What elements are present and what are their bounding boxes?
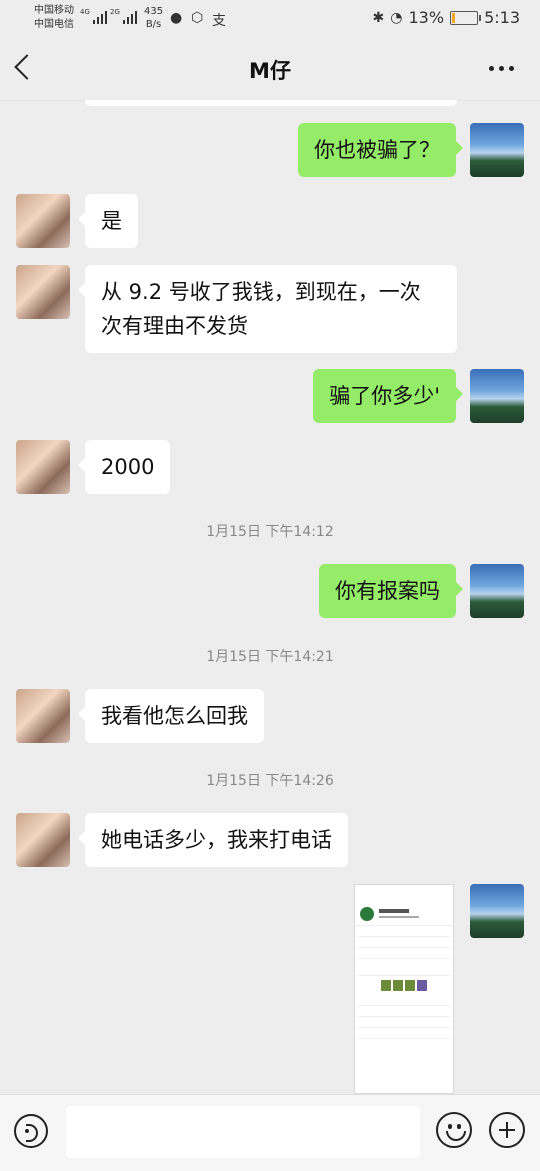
carrier-labels: 中国移动 中国电信 (34, 4, 74, 32)
message-bubble-incoming[interactable]: 她电话多少，我来打电话 (78, 813, 348, 867)
more-options-icon[interactable] (489, 66, 514, 71)
clock: 5:13 (484, 8, 520, 27)
contact-avatar[interactable] (16, 689, 70, 743)
signal-icon-2: 2G (110, 8, 137, 24)
network-speed: 435 B/s (144, 5, 163, 31)
more-actions-icon[interactable] (489, 1112, 525, 1148)
emoji-icon[interactable] (436, 1112, 472, 1148)
bluetooth-icon: ✱ (372, 9, 385, 26)
message-bubble-partial[interactable] (85, 100, 457, 106)
chat-notification-icon: ● (170, 10, 183, 26)
my-avatar[interactable] (470, 884, 524, 938)
chat-title: M仔 (249, 59, 291, 83)
battery-icon (450, 10, 482, 25)
contact-avatar[interactable] (16, 813, 70, 867)
speed-value: 435 (144, 6, 164, 17)
message-bubble-outgoing[interactable]: 骗了你多少' (313, 369, 463, 423)
network-type-1: 4G (80, 8, 90, 16)
message-bubble-outgoing[interactable]: 你也被骗了？ (298, 123, 463, 177)
network-type-2: 2G (110, 8, 120, 16)
status-right: ✱ ◔ 13% 5:13 (373, 8, 520, 27)
message-bubble-outgoing[interactable]: 你有报案吗 (319, 564, 463, 618)
status-bar: 中国移动 中国电信 4G 2G 435 B/s ● ⬡ 支 ✱ ◔ 13% 5:… (0, 0, 540, 38)
image-message-thumbnail[interactable] (354, 884, 454, 1094)
contact-avatar[interactable] (16, 265, 70, 319)
carrier-2: 中国电信 (34, 19, 74, 30)
message-list[interactable]: 你也被骗了？ 是 从 9.2 号收了我钱，到现在，一次 次有理由不发货 骗了你多… (0, 100, 540, 1094)
voice-input-icon[interactable] (14, 1114, 48, 1148)
message-bubble-incoming[interactable]: 从 9.2 号收了我钱，到现在，一次 次有理由不发货 (78, 265, 457, 353)
message-bubble-incoming[interactable]: 2000 (77, 440, 171, 494)
contact-avatar[interactable] (16, 440, 70, 494)
speed-unit: B/s (145, 19, 162, 30)
timestamp: 1月15日 下午14:12 (206, 524, 334, 540)
battery-percent: 13% (408, 8, 445, 27)
my-avatar[interactable] (470, 369, 524, 423)
message-bubble-incoming[interactable]: 是 (78, 194, 138, 248)
message-bubble-incoming[interactable]: 我看他怎么回我 (78, 689, 264, 743)
timestamp: 1月15日 下午14:26 (206, 773, 334, 789)
input-bar (0, 1094, 540, 1171)
message-input[interactable] (66, 1106, 420, 1158)
my-avatar[interactable] (470, 123, 524, 177)
nfc-icon: ◔ (390, 9, 403, 26)
contact-avatar[interactable] (16, 194, 70, 248)
chat-header: M仔 (0, 38, 540, 101)
carrier-1: 中国移动 (34, 5, 74, 16)
app-notification-icon: ⬡ (191, 10, 204, 26)
my-avatar[interactable] (470, 564, 524, 618)
timestamp: 1月15日 下午14:21 (206, 649, 334, 665)
paytm-notification-icon: 支 (212, 13, 226, 29)
signal-icon-1: 4G (80, 8, 107, 24)
